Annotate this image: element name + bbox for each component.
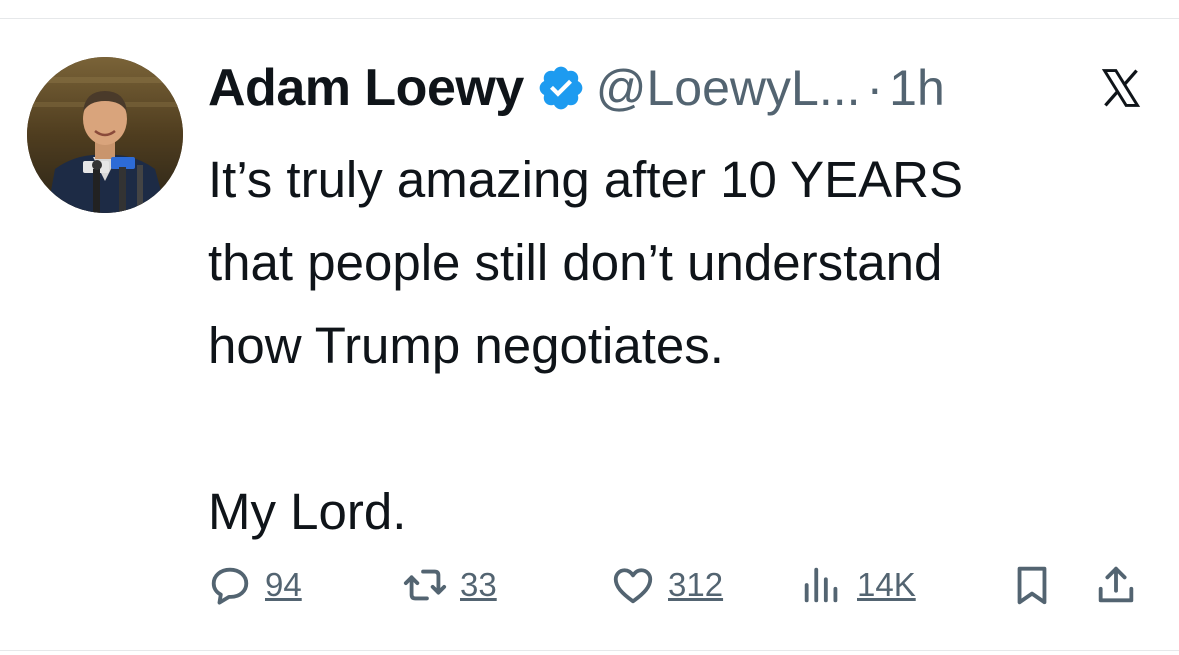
share-upload-icon <box>1098 566 1134 603</box>
tweet-text-line: that people still don’t understand <box>208 234 943 291</box>
like-button[interactable]: 312 <box>610 560 723 610</box>
bookmark-icon <box>1017 566 1047 605</box>
action-bar: 94 33 312 14K <box>207 560 1147 610</box>
header-separator: · <box>866 60 884 116</box>
views-count[interactable]: 14K <box>857 566 916 604</box>
x-logo-icon <box>1097 66 1145 110</box>
avatar[interactable] <box>27 57 183 213</box>
post-timestamp[interactable]: 1h <box>889 59 945 117</box>
display-name[interactable]: Adam Loewy <box>208 58 524 118</box>
tweet-header: Adam Loewy @LoewyL... · 1h <box>208 55 945 121</box>
reply-button[interactable]: 94 <box>207 560 302 610</box>
reply-count[interactable]: 94 <box>265 566 302 604</box>
bookmark-button[interactable] <box>1009 560 1055 610</box>
share-button[interactable] <box>1093 560 1139 610</box>
tweet-text-line: how Trump negotiates. <box>208 317 724 374</box>
top-divider <box>0 18 1179 19</box>
heart-icon <box>613 568 653 604</box>
tweet-text-line: My Lord. <box>208 483 407 540</box>
repost-count[interactable]: 33 <box>460 566 497 604</box>
bar-chart-icon <box>804 567 838 603</box>
verified-badge-icon <box>536 63 586 113</box>
avatar-photo <box>27 57 183 213</box>
repost-button[interactable]: 33 <box>402 560 497 610</box>
views-button[interactable]: 14K <box>799 560 916 610</box>
tweet-text: It’s truly amazing after 10 YEARS that p… <box>208 138 1168 553</box>
user-handle[interactable]: @LoewyL... <box>596 59 861 117</box>
bottom-divider <box>0 650 1179 651</box>
repost-arrows-icon <box>403 569 447 601</box>
tweet-text-line: It’s truly amazing after 10 YEARS <box>208 151 963 208</box>
speech-bubble-icon <box>211 567 249 605</box>
like-count[interactable]: 312 <box>668 566 723 604</box>
